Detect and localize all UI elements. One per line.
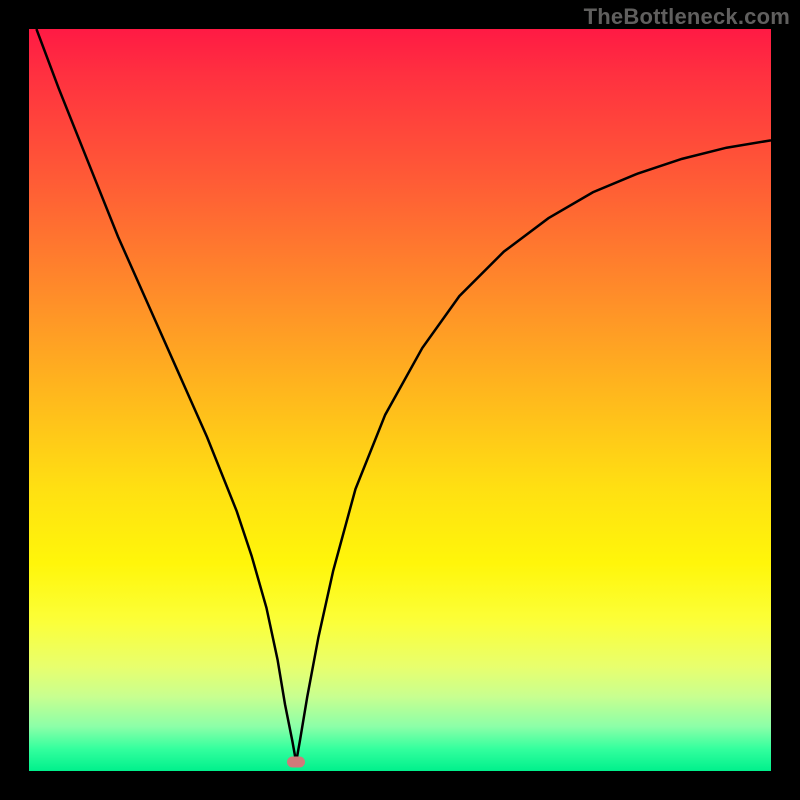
optimum-marker <box>287 757 305 768</box>
watermark-text: TheBottleneck.com <box>584 4 790 30</box>
bottleneck-curve <box>36 29 771 762</box>
chart-frame: TheBottleneck.com <box>0 0 800 800</box>
curve-svg <box>29 29 771 771</box>
plot-area <box>29 29 771 771</box>
